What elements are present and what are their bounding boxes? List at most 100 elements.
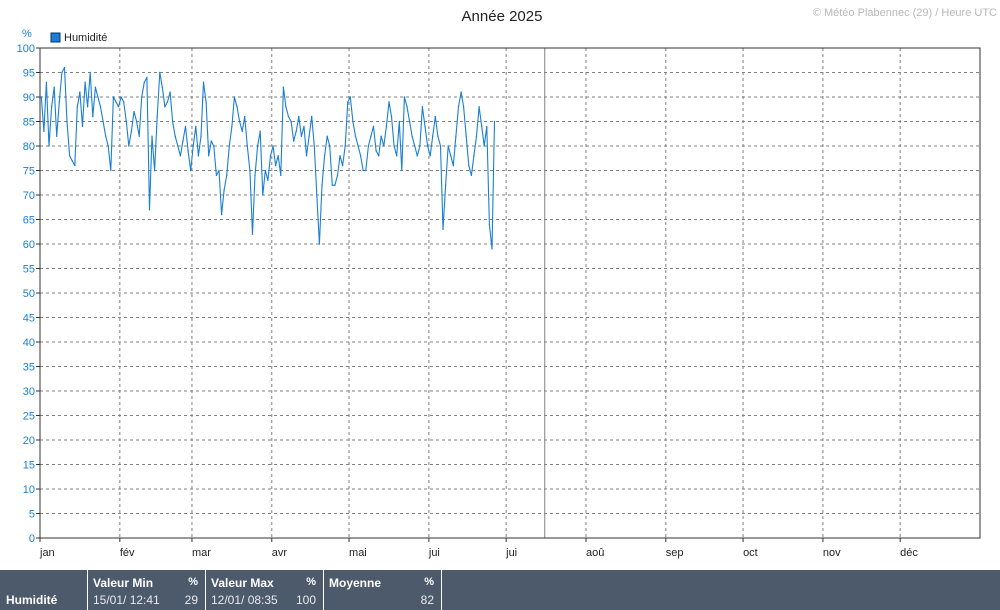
data-point bbox=[264, 169, 266, 172]
data-point bbox=[411, 135, 413, 137]
stats-min-cell: Valeur Min % 15/01/ 12:41 29 bbox=[88, 570, 206, 610]
y-tick-label: 90 bbox=[23, 92, 35, 104]
data-point bbox=[43, 130, 45, 132]
data-point bbox=[220, 213, 223, 216]
data-point bbox=[365, 169, 367, 172]
data-point bbox=[357, 145, 359, 147]
data-point bbox=[403, 96, 406, 98]
y-tick-label: 75 bbox=[23, 166, 35, 178]
data-point bbox=[166, 101, 169, 103]
y-tick-label: 10 bbox=[23, 484, 35, 496]
data-point bbox=[231, 125, 233, 128]
data-point bbox=[287, 115, 290, 118]
data-point bbox=[105, 135, 107, 137]
data-point bbox=[256, 145, 259, 147]
data-point bbox=[347, 101, 349, 103]
data-point bbox=[202, 81, 205, 84]
data-point bbox=[303, 125, 305, 128]
data-point bbox=[468, 164, 470, 167]
y-tick-label: 40 bbox=[23, 337, 35, 349]
data-point bbox=[48, 145, 50, 147]
data-point bbox=[128, 145, 130, 147]
data-point bbox=[81, 125, 84, 128]
data-point bbox=[141, 96, 143, 98]
data-point bbox=[92, 115, 94, 118]
legend-label: Humidité bbox=[64, 32, 107, 44]
y-tick-label: 100 bbox=[17, 43, 35, 55]
data-point bbox=[331, 184, 333, 186]
data-point bbox=[439, 145, 442, 147]
data-point bbox=[249, 169, 251, 172]
data-point bbox=[246, 145, 248, 147]
data-point bbox=[169, 91, 171, 93]
max-value: 100 bbox=[295, 593, 316, 607]
data-point bbox=[177, 145, 179, 147]
data-point bbox=[323, 155, 326, 157]
data-point bbox=[213, 145, 215, 147]
min-unit: % bbox=[188, 576, 198, 588]
data-point bbox=[66, 120, 68, 123]
max-header: Valeur Max bbox=[211, 576, 274, 590]
data-point bbox=[228, 145, 230, 147]
data-point bbox=[50, 106, 53, 108]
min-header: Valeur Min bbox=[93, 576, 154, 590]
data-point bbox=[84, 81, 86, 84]
data-point bbox=[238, 120, 241, 123]
data-point bbox=[138, 135, 140, 137]
data-point bbox=[164, 106, 166, 108]
stats-avg-cell: Moyenne % 82 bbox=[324, 570, 442, 610]
data-point bbox=[99, 106, 102, 108]
data-point bbox=[465, 135, 467, 137]
data-point bbox=[339, 155, 341, 157]
x-tick-label: fév bbox=[120, 547, 135, 559]
data-point bbox=[300, 135, 303, 137]
data-point bbox=[151, 135, 153, 137]
data-point bbox=[311, 115, 313, 118]
x-tick-label: mar bbox=[192, 547, 211, 559]
data-point bbox=[89, 71, 91, 74]
data-point bbox=[293, 140, 295, 142]
data-point bbox=[450, 155, 452, 157]
data-point bbox=[416, 155, 418, 157]
data-point bbox=[424, 125, 426, 128]
data-point bbox=[161, 86, 163, 88]
data-point bbox=[272, 145, 274, 147]
data-point bbox=[344, 145, 346, 147]
data-point bbox=[455, 135, 457, 137]
avg-header: Moyenne bbox=[329, 576, 382, 590]
max-date: 12/01/ 08:35 bbox=[211, 593, 278, 607]
data-point bbox=[349, 96, 351, 98]
data-point bbox=[321, 184, 323, 186]
data-point bbox=[442, 228, 444, 230]
data-point bbox=[218, 169, 220, 172]
data-point bbox=[372, 125, 375, 128]
x-tick-label: oct bbox=[743, 547, 758, 559]
data-point bbox=[74, 164, 76, 167]
data-point bbox=[401, 169, 403, 172]
data-point bbox=[130, 130, 133, 132]
data-point bbox=[63, 66, 66, 69]
data-point bbox=[200, 135, 202, 137]
data-point bbox=[398, 120, 400, 123]
data-point bbox=[336, 174, 339, 177]
data-point bbox=[267, 179, 269, 181]
max-unit: % bbox=[306, 576, 316, 588]
data-point bbox=[187, 150, 189, 152]
data-point bbox=[483, 145, 485, 147]
data-point bbox=[68, 155, 71, 157]
data-point bbox=[135, 120, 138, 123]
x-tick-label: déc bbox=[900, 547, 918, 559]
data-point bbox=[285, 106, 287, 108]
y-tick-label: 50 bbox=[23, 288, 35, 300]
data-point bbox=[233, 96, 236, 98]
data-point bbox=[414, 145, 416, 147]
data-point bbox=[481, 125, 483, 128]
data-point bbox=[236, 106, 238, 108]
data-point bbox=[305, 155, 308, 157]
data-point bbox=[53, 86, 55, 88]
legend-swatch bbox=[50, 32, 61, 43]
data-point bbox=[125, 120, 128, 123]
data-point bbox=[359, 155, 362, 157]
data-point bbox=[318, 243, 321, 245]
y-tick-label: 80 bbox=[23, 141, 35, 153]
